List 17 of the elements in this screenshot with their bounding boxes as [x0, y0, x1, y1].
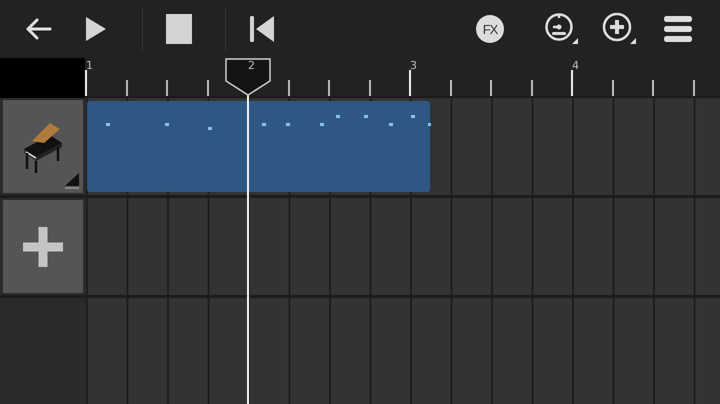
bar-number: 3 [409, 58, 417, 74]
fx-button[interactable]: FX [470, 7, 510, 51]
gauge-icon [544, 12, 580, 46]
plus-icon [23, 226, 63, 266]
back-icon [24, 17, 52, 41]
bar-number: 2 [247, 58, 255, 74]
skip-back-icon [249, 15, 275, 43]
bar-number: 1 [85, 58, 93, 74]
play-icon [85, 16, 107, 42]
bar-number: 4 [571, 58, 579, 74]
midi-clip[interactable] [87, 101, 430, 192]
stop-icon [166, 14, 192, 44]
plus-circle-icon [602, 12, 638, 46]
instrument-button[interactable] [3, 100, 83, 193]
add-track-button[interactable] [3, 200, 83, 293]
dropdown-indicator-icon [65, 173, 79, 189]
menu-icon [664, 16, 692, 42]
